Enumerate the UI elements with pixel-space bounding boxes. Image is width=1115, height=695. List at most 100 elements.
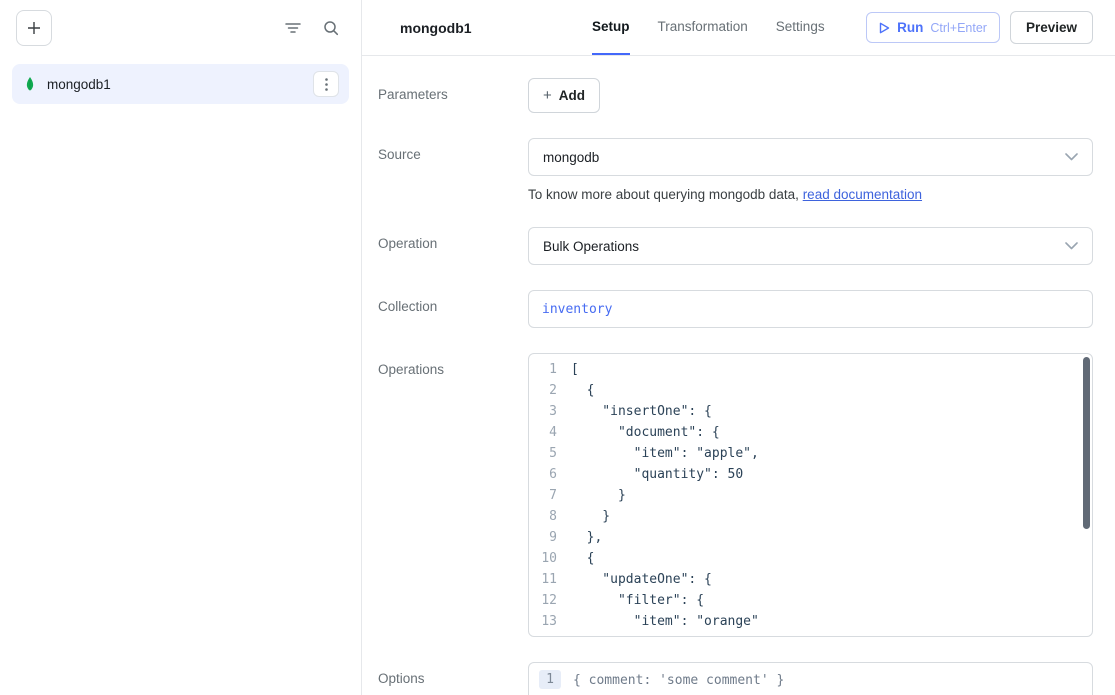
code-text: "quantity": 50 [571, 464, 743, 485]
query-sidebar: mongodb1 [0, 0, 362, 695]
source-label: Source [378, 138, 528, 202]
options-label: Options [378, 662, 528, 695]
query-title: mongodb1 [400, 0, 570, 55]
options-field: 1 { comment: 'some comment' } [528, 662, 1093, 695]
line-number: 7 [529, 485, 571, 506]
code-text: "filter": { [571, 590, 704, 611]
code-text: "document": { [571, 422, 720, 443]
operation-select[interactable]: Bulk Operations [528, 227, 1093, 265]
parameters-field: + Add [528, 78, 1093, 113]
operations-label: Operations [378, 353, 528, 637]
tab-settings[interactable]: Settings [776, 0, 825, 55]
query-main-panel: mongodb1 Setup Transformation Settings R… [362, 0, 1115, 695]
options-code-editor[interactable]: 1 { comment: 'some comment' } [528, 662, 1093, 695]
code-line: 13 "item": "orange" [529, 611, 1092, 632]
operation-select-value: Bulk Operations [543, 239, 639, 254]
line-number: 4 [529, 422, 571, 443]
search-queries-button[interactable] [317, 14, 345, 42]
options-row: Options 1 { comment: 'some comment' } [378, 662, 1093, 695]
filter-queries-button[interactable] [279, 14, 307, 42]
line-number: 1 [539, 670, 561, 689]
code-line: 5 "item": "apple", [529, 443, 1092, 464]
add-parameter-button[interactable]: + Add [528, 78, 600, 113]
parameters-label: Parameters [378, 78, 528, 113]
code-text: { comment: 'some comment' } [573, 670, 784, 691]
code-line: 10 { [529, 548, 1092, 569]
plus-icon: + [543, 87, 552, 104]
source-row: Source mongodb To know more about queryi… [378, 138, 1093, 202]
code-text: } [571, 485, 626, 506]
vertical-scrollbar-thumb[interactable] [1083, 357, 1090, 529]
source-select-value: mongodb [543, 150, 599, 165]
code-line: 7 } [529, 485, 1092, 506]
operations-field: 1[ 2 { 3 "insertOne": { 4 "document": { … [528, 353, 1093, 637]
kebab-icon [325, 78, 328, 91]
code-line: 12 "filter": { [529, 590, 1092, 611]
collection-label: Collection [378, 290, 528, 328]
collection-field: inventory [528, 290, 1093, 328]
chevron-down-icon [1065, 153, 1078, 161]
run-shortcut: Ctrl+Enter [930, 21, 987, 35]
line-number: 3 [529, 401, 571, 422]
code-text: { [571, 380, 594, 401]
chevron-down-icon [1065, 242, 1078, 250]
preview-button[interactable]: Preview [1010, 11, 1093, 44]
operation-field: Bulk Operations [528, 227, 1093, 265]
line-number: 8 [529, 506, 571, 527]
query-list-item-mongodb1[interactable]: mongodb1 [12, 64, 349, 104]
line-number: 10 [529, 548, 571, 569]
add-query-button[interactable] [16, 10, 52, 46]
operation-row: Operation Bulk Operations [378, 227, 1093, 265]
collection-input[interactable]: inventory [528, 290, 1093, 328]
code-line: 1[ [529, 359, 1092, 380]
code-text: }, [571, 527, 602, 548]
source-field: mongodb To know more about querying mong… [528, 138, 1093, 202]
line-number: 1 [529, 359, 571, 380]
line-number: 9 [529, 527, 571, 548]
code-line: 4 "document": { [529, 422, 1092, 443]
tab-setup[interactable]: Setup [592, 0, 630, 55]
plus-icon [27, 21, 41, 35]
query-setup-form: Parameters + Add Source mongodb [362, 56, 1115, 695]
source-help-prefix: To know more about querying mongodb data… [528, 187, 803, 202]
collection-row: Collection inventory [378, 290, 1093, 328]
code-line: 9 }, [529, 527, 1092, 548]
filter-icon [285, 21, 301, 35]
code-line: 8 } [529, 506, 1092, 527]
operation-label: Operation [378, 227, 528, 265]
query-item-menu-button[interactable] [313, 71, 339, 97]
line-number: 13 [529, 611, 571, 632]
code-line: 6 "quantity": 50 [529, 464, 1092, 485]
tab-transformation[interactable]: Transformation [658, 0, 748, 55]
code-text: } [571, 506, 610, 527]
code-text: "item": "apple", [571, 443, 759, 464]
run-button[interactable]: Run Ctrl+Enter [866, 12, 1000, 43]
source-help-text: To know more about querying mongodb data… [528, 187, 1093, 202]
search-icon [323, 20, 339, 36]
collection-input-value: inventory [542, 302, 612, 317]
line-number: 11 [529, 569, 571, 590]
code-line: 2 { [529, 380, 1092, 401]
line-number: 6 [529, 464, 571, 485]
code-text: "insertOne": { [571, 401, 712, 422]
query-header: mongodb1 Setup Transformation Settings R… [362, 0, 1115, 56]
line-number: 5 [529, 443, 571, 464]
operations-code-editor[interactable]: 1[ 2 { 3 "insertOne": { 4 "document": { … [528, 353, 1093, 637]
query-tabs: Setup Transformation Settings [592, 0, 825, 55]
parameters-row: Parameters + Add [378, 78, 1093, 113]
line-number: 12 [529, 590, 571, 611]
operations-row: Operations 1[ 2 { 3 "insertOne": { 4 "do… [378, 353, 1093, 637]
code-text: { [571, 548, 594, 569]
code-line: 1 { comment: 'some comment' } [529, 670, 1092, 691]
add-parameter-label: Add [559, 88, 585, 103]
code-line: 11 "updateOne": { [529, 569, 1092, 590]
line-number: 2 [529, 380, 571, 401]
header-actions: Run Ctrl+Enter Preview [866, 0, 1093, 55]
query-item-label: mongodb1 [47, 77, 111, 92]
run-button-label: Run [897, 20, 923, 35]
mongodb-leaf-icon [22, 75, 38, 93]
code-text: "item": "orange" [571, 611, 759, 632]
source-select[interactable]: mongodb [528, 138, 1093, 176]
read-documentation-link[interactable]: read documentation [803, 187, 922, 202]
code-text: [ [571, 359, 579, 380]
